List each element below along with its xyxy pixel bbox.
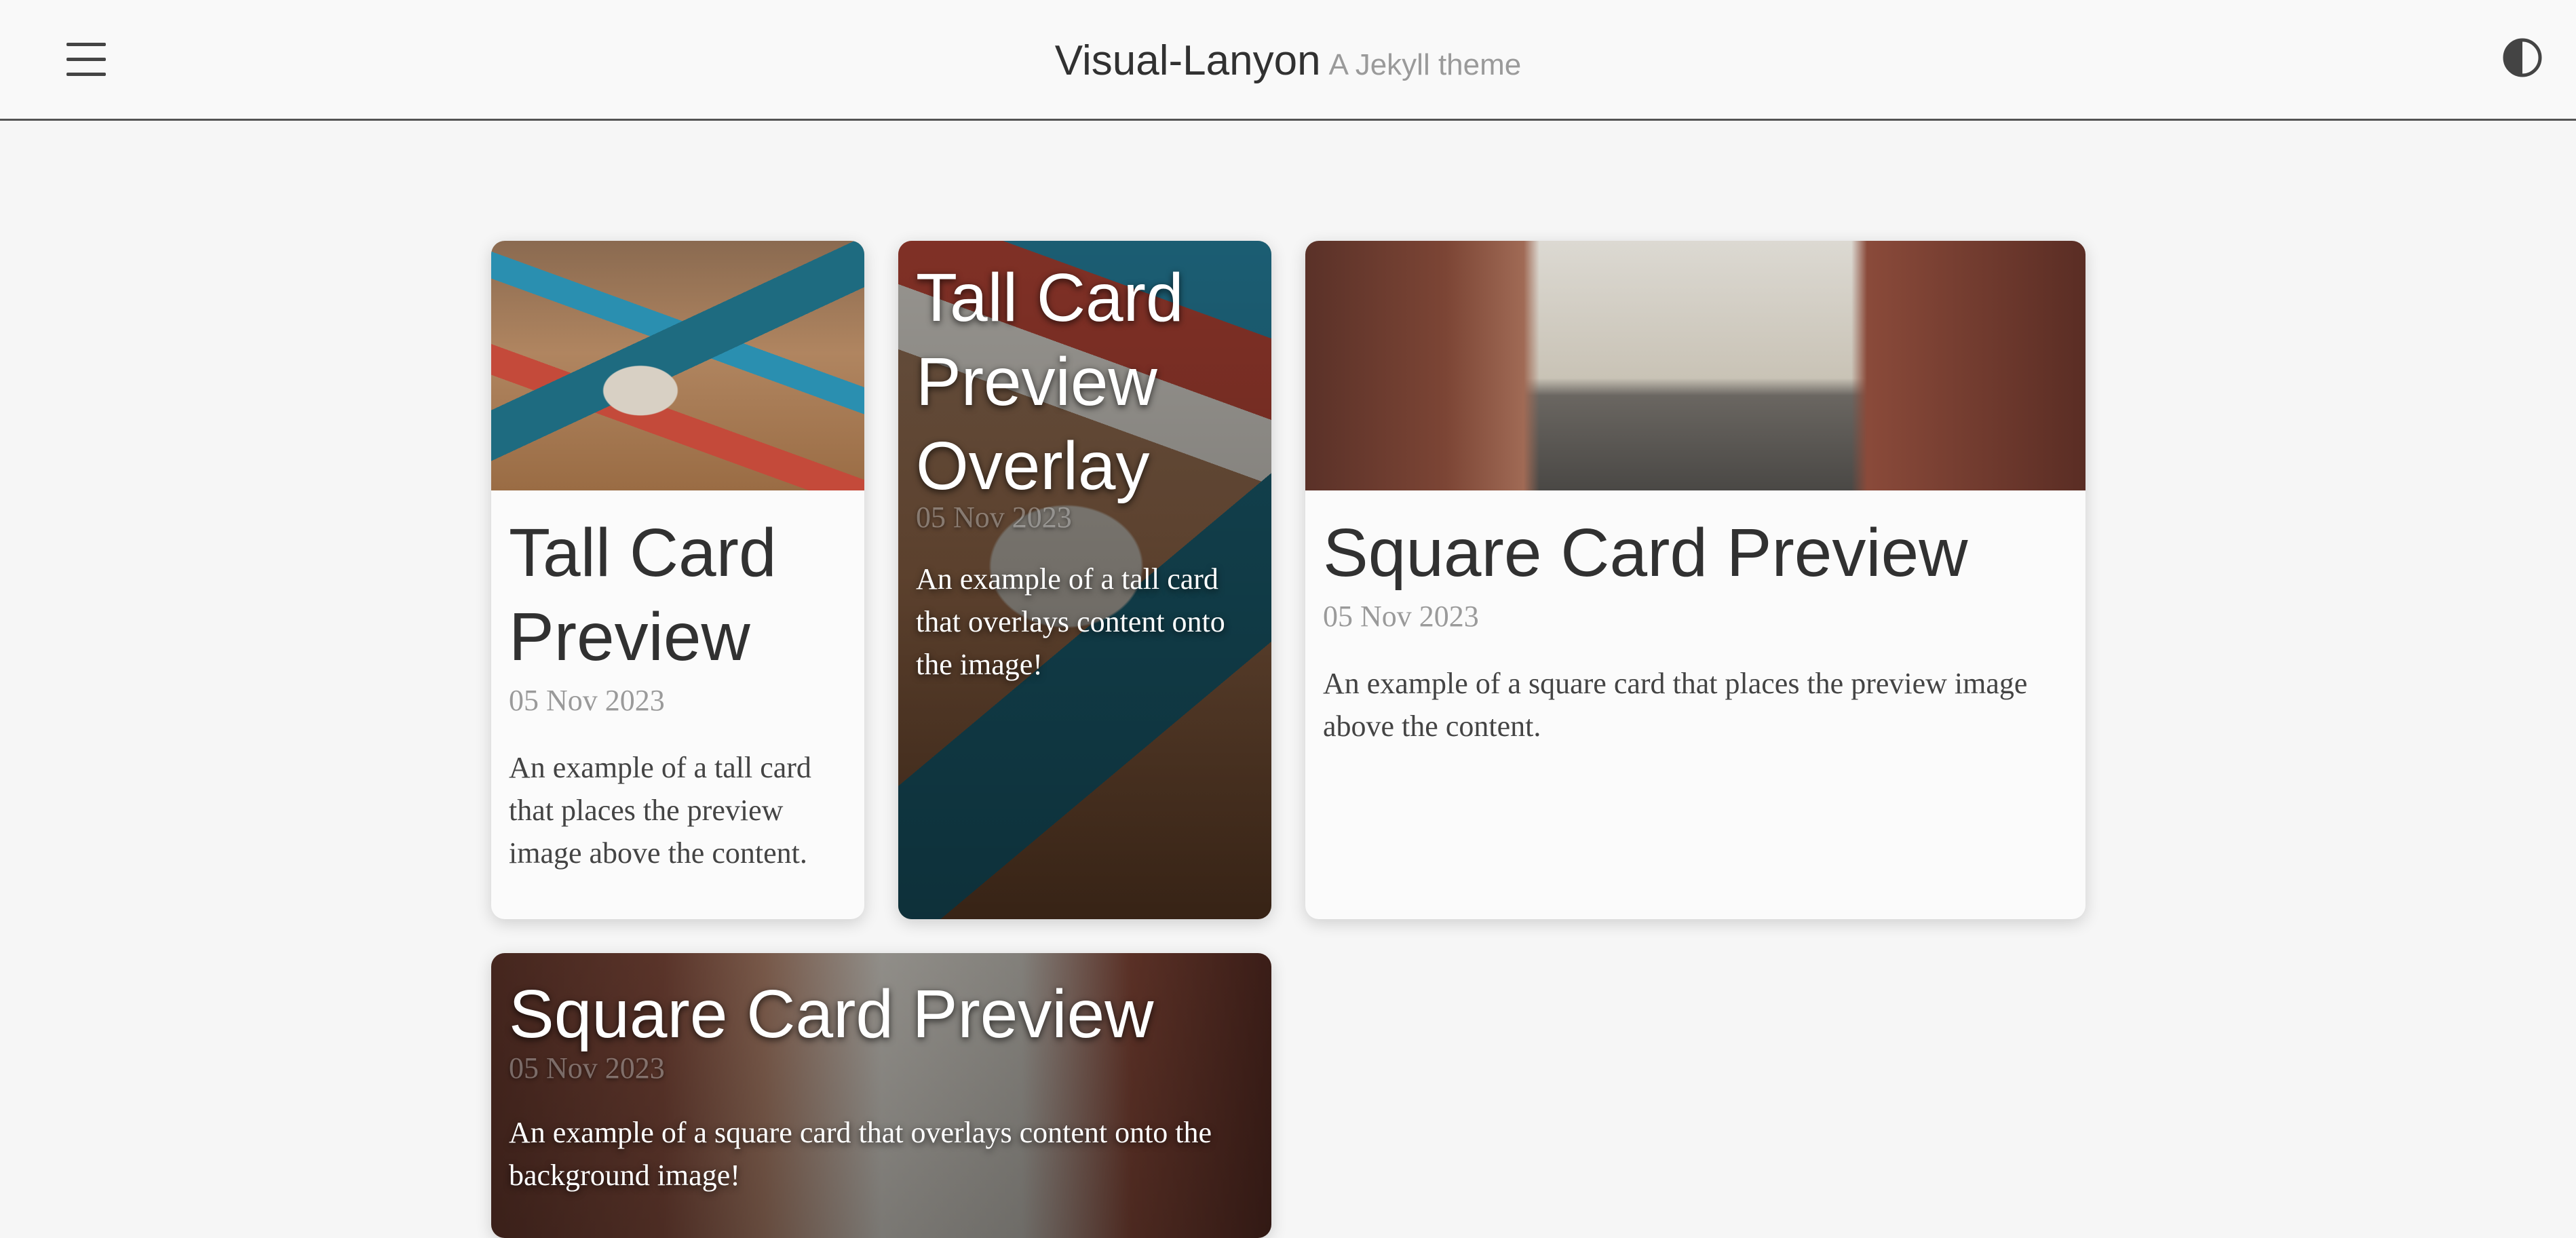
card-excerpt: An example of a square card that overlay… [509,1116,1212,1192]
card-excerpt: An example of a tall card that places th… [509,751,811,870]
card-excerpt: An example of a square card that places … [1323,667,2028,743]
site-title[interactable]: Visual-Lanyon [1055,37,1321,84]
post-card-square-overlay[interactable]: Square Card Preview 05 Nov 2023 An examp… [491,953,1271,1238]
contrast-toggle-icon[interactable] [2502,37,2543,78]
post-card-tall[interactable]: Tall Card Preview 05 Nov 2023 An example… [491,241,864,919]
post-card-tall-overlay[interactable]: Tall Card Preview Overlay 05 Nov 2023 An… [898,241,1271,919]
card-title[interactable]: Tall Card Preview Overlay [916,256,1254,508]
card-preview-image [1305,241,2085,490]
card-title[interactable]: Tall Card Preview [509,511,847,679]
card-title[interactable]: Square Card Preview [1323,511,2068,595]
site-brand[interactable]: Visual-Lanyon A Jekyll theme [0,37,2576,85]
card-date: 05 Nov 2023 [509,684,665,717]
card-excerpt: An example of a tall card that overlays … [916,562,1225,681]
card-title[interactable]: Square Card Preview [509,972,1254,1056]
post-card-square[interactable]: Square Card Preview 05 Nov 2023 An examp… [1305,241,2085,919]
masthead: Visual-Lanyon A Jekyll theme [0,0,2576,121]
card-preview-image [491,241,864,490]
site-tagline: A Jekyll theme [1328,48,1522,81]
card-date: 05 Nov 2023 [1323,600,1479,633]
